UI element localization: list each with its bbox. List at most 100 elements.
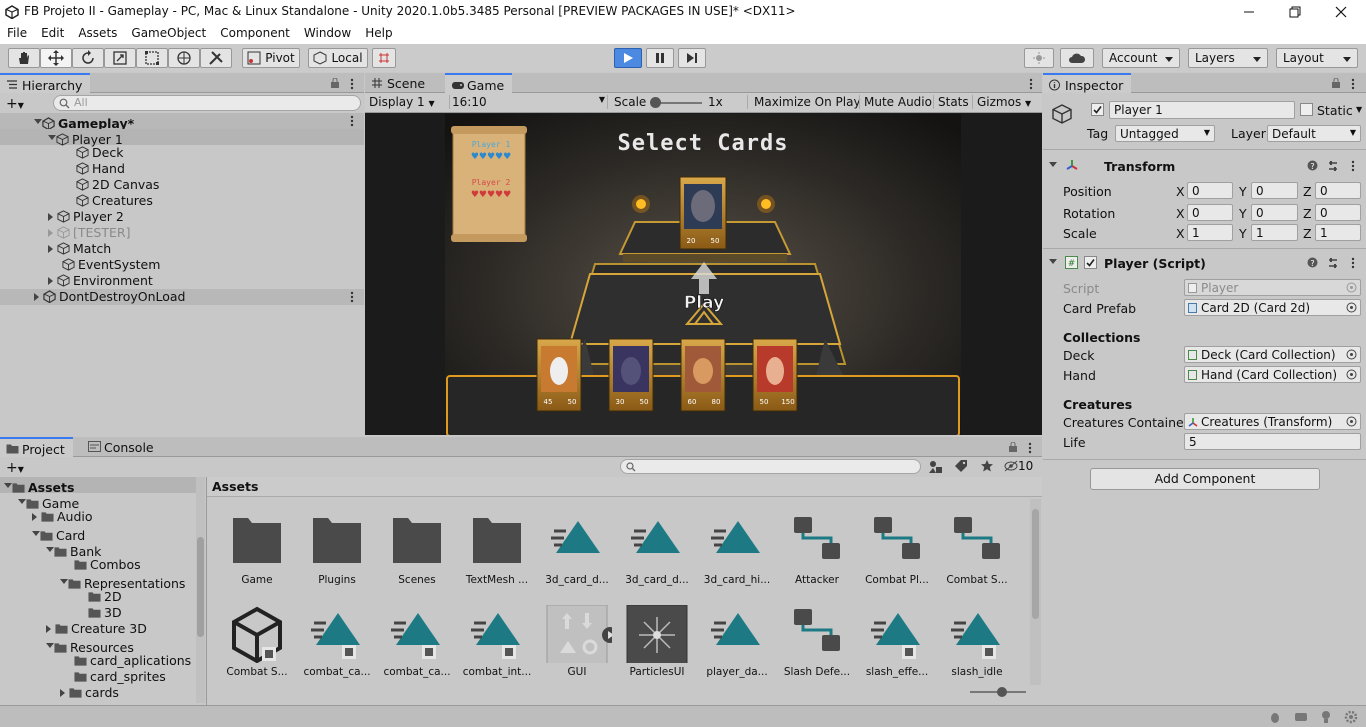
play-button[interactable] (614, 48, 642, 68)
hierarchy-search[interactable]: All (53, 95, 361, 111)
asset-animation-clip[interactable]: 3d_card_d... (542, 513, 612, 589)
rotate-tool-button[interactable] (72, 48, 104, 68)
deck-field[interactable]: Deck (Card Collection) (1184, 346, 1361, 363)
asset-animation-clip[interactable]: slash_effe... (862, 605, 932, 681)
asset-folder[interactable]: TextMesh ... (462, 513, 532, 589)
asset-animation-clip[interactable]: player_da... (702, 605, 772, 681)
tree-item-card-aplications[interactable]: card_aplications (0, 653, 191, 669)
kebab-menu-icon[interactable] (1028, 442, 1032, 454)
mute-audio-toggle[interactable]: Mute Audio (859, 95, 936, 109)
create-button[interactable]: +▼ (6, 96, 24, 112)
kebab-menu-icon[interactable] (350, 115, 354, 127)
tab-scene[interactable]: Scene (365, 73, 433, 93)
kebab-menu-icon[interactable] (350, 78, 354, 90)
layout-dropdown[interactable]: Layout (1276, 48, 1358, 68)
asset-folder[interactable]: Plugins (302, 513, 372, 589)
hierarchy-row-gameplay[interactable]: Gameplay* (0, 113, 364, 131)
scale-slider[interactable]: Scale 1x (607, 95, 747, 109)
tree-item-audio[interactable]: Audio (0, 509, 93, 525)
tree-item-assets[interactable]: Assets (0, 477, 196, 495)
help-icon[interactable]: ? (1307, 257, 1318, 268)
grid-snap-button[interactable] (372, 48, 396, 68)
scale-z-field[interactable]: 1 (1315, 224, 1361, 241)
object-name-field[interactable]: Player 1 (1109, 101, 1295, 119)
scale-x-field[interactable]: 1 (1187, 224, 1233, 241)
kebab-menu-icon[interactable] (1351, 257, 1355, 269)
asset-animator-controller[interactable]: Combat Pl... (862, 513, 932, 589)
asset-folder[interactable]: Game (222, 513, 292, 589)
aspect-dropdown[interactable]: 16:10 ▼ (449, 95, 607, 109)
bug-icon[interactable] (1268, 711, 1282, 723)
project-create-button[interactable]: +▼ (6, 460, 24, 476)
menu-window[interactable]: Window (297, 24, 358, 44)
hierarchy-row-2d-canvas[interactable]: 2D Canvas (0, 177, 159, 193)
lock-icon[interactable] (330, 78, 340, 88)
assets-scrollbar[interactable] (1030, 499, 1041, 685)
game-viewport[interactable]: Player 1 ♥♥♥♥♥ Player 2 ♥♥♥♥♥ Select Car… (445, 114, 961, 435)
gizmos-dropdown[interactable]: Gizmos ▼ (972, 95, 1042, 109)
rotation-x-field[interactable]: 0 (1187, 204, 1233, 221)
transform-tool-button[interactable] (168, 48, 200, 68)
lock-icon[interactable] (1008, 442, 1018, 452)
pause-button[interactable] (646, 48, 674, 68)
tree-item-representations[interactable]: Representations (0, 573, 185, 591)
asset-animator-controller[interactable]: Slash Defe... (782, 605, 852, 681)
menu-assets[interactable]: Assets (71, 24, 124, 44)
menu-component[interactable]: Component (213, 24, 297, 44)
position-y-field[interactable]: 0 (1251, 182, 1298, 199)
tab-inspector[interactable]: Inspector (1043, 73, 1132, 93)
preset-icon[interactable] (1327, 160, 1339, 172)
icon-size-slider-thumb[interactable] (997, 687, 1007, 697)
lock-icon[interactable] (1331, 78, 1341, 88)
life-field[interactable]: 5 (1184, 433, 1361, 450)
layers-dropdown[interactable]: Layers (1188, 48, 1268, 68)
tab-project[interactable]: Project (0, 437, 73, 457)
tree-scrollbar[interactable] (196, 477, 205, 703)
hierarchy-row-dontdestroyonload[interactable]: DontDestroyOnLoad (0, 289, 364, 305)
rotation-y-field[interactable]: 0 (1251, 204, 1298, 221)
tree-item-creature-3d[interactable]: Creature 3D (0, 621, 147, 637)
account-dropdown[interactable]: Account (1102, 48, 1180, 68)
kebab-menu-icon[interactable] (1351, 160, 1355, 172)
restore-button[interactable] (1272, 0, 1318, 24)
maximize-on-play-toggle[interactable]: Maximize On Play (747, 95, 867, 109)
tree-item-bank[interactable]: Bank (0, 541, 101, 559)
asset-animator-controller[interactable]: Attacker (782, 513, 852, 589)
hierarchy-row-player-2[interactable]: Player 2 (0, 209, 124, 225)
pivot-toggle[interactable]: Pivot (242, 48, 300, 68)
hierarchy-row-player-1[interactable]: Player 1 (0, 129, 364, 147)
object-picker-icon[interactable] (1346, 349, 1357, 360)
tree-item-cards[interactable]: cards (0, 685, 119, 701)
hand-card[interactable]: 60 80 (680, 338, 726, 412)
menu-gameobject[interactable]: GameObject (124, 24, 213, 44)
asset-animation-clip[interactable]: combat_int... (462, 605, 532, 681)
script-enabled-checkbox[interactable] (1084, 256, 1097, 269)
custom-tool-button[interactable] (200, 48, 232, 68)
preset-icon[interactable] (1327, 257, 1339, 269)
player-script-header[interactable]: # Player (Script) ? (1043, 253, 1366, 273)
position-z-field[interactable]: 0 (1315, 182, 1361, 199)
hand-card[interactable]: 50 150 (752, 338, 798, 412)
menu-file[interactable]: File (0, 24, 34, 44)
layer-dropdown[interactable]: Default ▼ (1267, 125, 1361, 142)
hand-field[interactable]: Hand (Card Collection) (1184, 366, 1361, 383)
close-button[interactable] (1318, 0, 1364, 24)
rect-tool-button[interactable] (136, 48, 168, 68)
tree-item-card[interactable]: Card (0, 525, 85, 543)
tag-dropdown[interactable]: Untagged ▼ (1115, 125, 1215, 142)
tree-item-card-sprites[interactable]: card_sprites (0, 669, 166, 685)
tree-item-game[interactable]: Game (0, 493, 79, 511)
progress-icon[interactable] (1294, 711, 1308, 723)
menu-help[interactable]: Help (358, 24, 399, 44)
hand-tool-button[interactable] (8, 48, 40, 68)
active-checkbox[interactable] (1091, 103, 1104, 116)
kebab-menu-icon[interactable] (350, 291, 354, 303)
hierarchy-row-hand[interactable]: Hand (0, 161, 125, 177)
object-picker-icon[interactable] (1346, 416, 1357, 427)
hierarchy-row-creatures[interactable]: Creatures (0, 193, 153, 209)
lightbulb-icon[interactable] (1320, 710, 1332, 724)
hierarchy-row-environment[interactable]: Environment (0, 273, 153, 289)
search-by-type-icon[interactable] (928, 459, 944, 475)
asset-animation-clip[interactable]: 3d_card_d... (622, 513, 692, 589)
tab-game[interactable]: Game (445, 73, 513, 93)
